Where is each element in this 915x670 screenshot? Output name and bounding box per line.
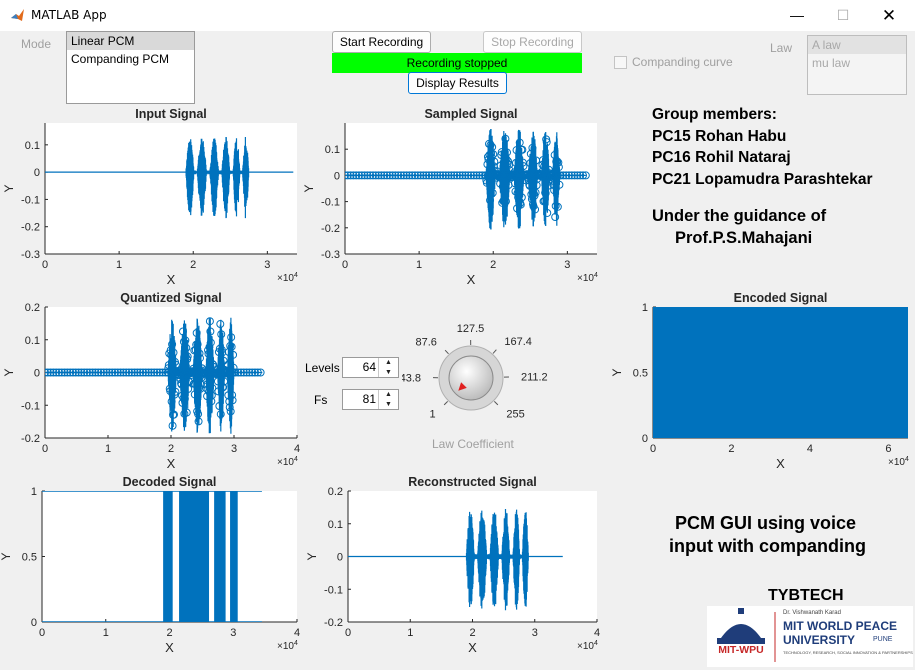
logo-dome xyxy=(721,624,761,638)
y-tick-label: 0.2 xyxy=(25,302,40,314)
x-tick-label: 1 xyxy=(116,259,122,271)
logo-tagline: TECHNOLOGY, RESEARCH, SOCIAL INNOVATION … xyxy=(783,650,913,655)
x-tick-label: 2 xyxy=(168,443,174,455)
y-tick-label: 0.1 xyxy=(325,144,340,156)
y-tick-label: -0.1 xyxy=(21,400,40,412)
x-tick-label: 1 xyxy=(407,627,413,639)
y-tick-label: 0.1 xyxy=(25,335,40,347)
chart-decoded-signal: Decoded Signal 0 1 2 3 4 0 0.5 1 X Y ×104 xyxy=(0,475,300,655)
x-tick-label: 0 xyxy=(39,627,45,639)
x-tick-label: 4 xyxy=(294,443,300,455)
y-tick-label: 0 xyxy=(34,368,40,380)
y-tick-label: 0.2 xyxy=(328,486,343,498)
y-tick-label: -0.2 xyxy=(324,617,343,629)
y-tick-label: -0.2 xyxy=(21,222,40,234)
y-tick-label: -0.1 xyxy=(21,194,40,206)
decoded-bit-band xyxy=(163,491,173,622)
charts-layer: Input Signal0123-0.3-0.2-0.100.1XY×104Sa… xyxy=(0,0,915,668)
y-tick-label: -0.1 xyxy=(321,197,340,209)
x-tick-label: 0 xyxy=(650,443,656,455)
x-tick-label: 3 xyxy=(231,443,237,455)
x-tick-label: 1 xyxy=(103,627,109,639)
x-axis-label: X xyxy=(776,456,785,471)
y-tick-label: -0.2 xyxy=(321,223,340,235)
x-tick-label: 6 xyxy=(885,443,891,455)
x-tick-label: 4 xyxy=(294,627,300,639)
y-tick-label: -0.2 xyxy=(21,433,40,445)
y-tick-label: -0.3 xyxy=(21,249,40,261)
y-tick-label: 0.5 xyxy=(633,368,648,380)
chart-title: Input Signal xyxy=(135,107,207,121)
university-logo: MIT-WPU Dr. Vishwanath Karad MIT WORLD P… xyxy=(707,606,913,667)
data-series xyxy=(653,307,908,438)
x-tick-label: 4 xyxy=(594,627,600,639)
x-tick-label: 2 xyxy=(469,627,475,639)
x-tick-label: 0 xyxy=(342,259,348,271)
y-axis-label: Y xyxy=(2,368,16,376)
chart-encoded-signal: Encoded Signal 0 2 4 6 0 0.5 1 X Y ×104 xyxy=(610,291,909,471)
x-axis-label: X xyxy=(167,456,176,471)
y-tick-label: 0.5 xyxy=(22,552,37,564)
chart-quantized-signal: Quantized Signal 0 1 2 3 4 -0.2 -0.1 0 0.1 0.2 X Y ×1… xyxy=(2,291,300,471)
x-tick-label: 1 xyxy=(105,443,111,455)
x-tick-label: 3 xyxy=(532,627,538,639)
x-multiplier-label: ×104 xyxy=(577,272,598,284)
chart-title: Sampled Signal xyxy=(424,107,517,121)
y-tick-label: 0 xyxy=(34,167,40,179)
x-tick-label: 1 xyxy=(416,259,422,271)
x-axis-label: X xyxy=(468,640,477,655)
chart-sampled-signal: Sampled Signal 0 1 2 3 -0.3 -0.2 -0.1 0 0.1 X Y ×104 xyxy=(302,107,598,287)
logo-prefix: Dr. Vishwanath Karad xyxy=(783,610,841,616)
x-multiplier-label: ×104 xyxy=(277,640,298,652)
y-tick-label: -0.1 xyxy=(324,584,343,596)
y-axis-label: Y xyxy=(302,184,316,192)
y-tick-label: 0.1 xyxy=(25,140,40,152)
x-tick-label: 3 xyxy=(230,627,236,639)
x-tick-label: 0 xyxy=(42,443,48,455)
y-tick-label: 0 xyxy=(337,552,343,564)
y-tick-label: 1 xyxy=(642,302,648,314)
x-tick-label: 4 xyxy=(807,443,813,455)
y-tick-label: 0 xyxy=(31,617,37,629)
decoded-bit-band xyxy=(179,491,209,622)
y-tick-label: 0 xyxy=(642,433,648,445)
x-axis-label: X xyxy=(165,640,174,655)
y-axis-label: Y xyxy=(305,552,319,560)
y-tick-label: 0.1 xyxy=(328,519,343,531)
chart-title: Decoded Signal xyxy=(123,475,217,489)
logo-short-name: MIT-WPU xyxy=(710,644,772,656)
chart-title: Reconstructed Signal xyxy=(408,475,537,489)
x-multiplier-label: ×104 xyxy=(888,456,909,468)
x-multiplier-label: ×104 xyxy=(277,272,298,284)
x-tick-label: 0 xyxy=(42,259,48,271)
logo-city: PUNE xyxy=(873,636,892,643)
logo-name-line-1: MIT WORLD PEACE xyxy=(783,619,897,633)
x-tick-label: 3 xyxy=(564,259,570,271)
decoded-bit-band xyxy=(230,491,238,622)
x-axis-label: X xyxy=(167,272,176,287)
decoded-bit-band xyxy=(214,491,225,622)
x-tick-label: 2 xyxy=(728,443,734,455)
x-multiplier-label: ×104 xyxy=(577,640,598,652)
plot-area xyxy=(45,123,297,254)
logo-name-line-2: UNIVERSITY xyxy=(783,633,855,647)
x-tick-label: 3 xyxy=(264,259,270,271)
y-axis-label: Y xyxy=(610,368,624,376)
y-tick-label: 0 xyxy=(334,170,340,182)
y-tick-label: -0.3 xyxy=(321,249,340,261)
y-tick-label: 1 xyxy=(31,486,37,498)
y-axis-label: Y xyxy=(0,552,13,560)
encoded-bits-area xyxy=(653,307,908,438)
chart-title: Encoded Signal xyxy=(734,291,828,305)
chart-input-signal: Input Signal 0 1 2 3 -0.3 -0.2 -0.1 0 0.1 X Y ×104 xyxy=(2,107,298,287)
x-tick-label: 2 xyxy=(190,259,196,271)
x-axis-label: X xyxy=(467,272,476,287)
y-axis-label: Y xyxy=(2,184,16,192)
chart-reconstructed-signal: Reconstructed Signal 0 1 2 3 4 -0.2 -0.1 0 0.1 0.2… xyxy=(305,475,600,655)
x-tick-label: 2 xyxy=(166,627,172,639)
x-multiplier-label: ×104 xyxy=(277,456,298,468)
chart-title: Quantized Signal xyxy=(120,291,221,305)
x-tick-label: 2 xyxy=(490,259,496,271)
x-tick-label: 0 xyxy=(345,627,351,639)
